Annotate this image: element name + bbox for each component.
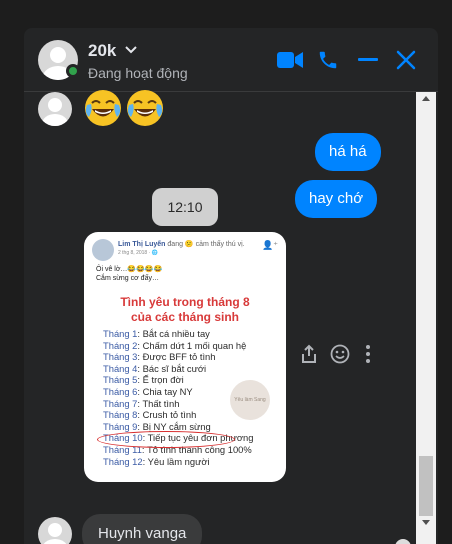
voice-call-button[interactable] xyxy=(316,48,340,72)
phone-icon xyxy=(319,51,337,69)
photo-caption-line: Cắm sừng cơ đấy… xyxy=(96,275,159,282)
scroll-up-arrow-icon[interactable] xyxy=(422,96,430,101)
contact-avatar-small xyxy=(38,517,72,544)
chat-header: 20k Đang hoạt động xyxy=(24,28,438,92)
video-call-button[interactable] xyxy=(276,48,304,72)
message-list: há há hay chớ 12:10 Lim Thị Luyến đang 😕… xyxy=(24,90,438,544)
month-list-item: Tháng 4: Bác sĩ bắt cưới xyxy=(103,362,207,374)
timestamp-chip: 12:10 xyxy=(152,188,218,226)
more-options-icon[interactable] xyxy=(364,344,372,364)
close-icon xyxy=(396,50,416,70)
photo-caption-line: Ôi vê lờ…😂😂😂😂 xyxy=(96,266,163,273)
month-list-item: Tháng 5: Ế trọn đời xyxy=(103,374,184,386)
photo-subtitle: của các tháng sinh xyxy=(130,310,240,324)
contact-status: Đang hoạt động xyxy=(88,65,188,81)
contact-avatar-small xyxy=(38,92,72,126)
chevron-down-icon[interactable] xyxy=(124,45,138,55)
photo-watermark-stamp: Yêu làm Sang xyxy=(230,380,270,420)
scrollbar-thumb[interactable] xyxy=(419,456,433,516)
close-button[interactable] xyxy=(394,48,418,72)
incoming-message[interactable]: Huynh vanga xyxy=(82,514,203,544)
add-friend-icon: 👤⁺ xyxy=(262,240,278,250)
month-list-item: Tháng 6: Chia tay NY xyxy=(103,386,193,397)
outgoing-message[interactable]: há há xyxy=(315,133,381,171)
react-emoji-icon[interactable] xyxy=(330,344,350,364)
video-camera-icon xyxy=(277,52,303,68)
scroll-down-arrow-icon[interactable] xyxy=(422,520,430,525)
shared-photo[interactable]: Lim Thị Luyến đang 😕 cảm thấy thú vị. 2 … xyxy=(84,232,286,482)
minus-icon xyxy=(358,58,378,61)
month-list-item: Tháng 1: Bắt cá nhiều tay xyxy=(103,328,210,339)
share-icon[interactable] xyxy=(300,344,318,364)
month-list-item: Tháng 3: Được BFF tỏ tình xyxy=(103,351,216,363)
chat-window: 20k Đang hoạt động há há hay chớ 12:10 L… xyxy=(24,28,438,544)
laughing-emoji-icon xyxy=(85,90,121,126)
photo-post-date: 2 thg 8, 2018 · 🌐 xyxy=(118,250,158,256)
month-list-item: Tháng 2: Chấm dứt 1 mối quan hệ xyxy=(103,339,247,351)
photo-author-line: Lim Thị Luyến đang 😕 cảm thấy thú vị. xyxy=(118,241,245,248)
laughing-emoji-icon xyxy=(127,90,163,126)
seen-indicator-avatar xyxy=(395,539,411,544)
month-list-item: Tháng 7: Thất tình xyxy=(103,397,180,409)
outgoing-message[interactable]: hay chớ xyxy=(295,180,378,218)
photo-author-avatar xyxy=(92,239,114,261)
contact-name[interactable]: 20k xyxy=(88,41,116,61)
minimize-button[interactable] xyxy=(356,48,380,72)
month-list-item: Tháng 8: Crush tỏ tình xyxy=(103,409,197,421)
month-list-item: Tháng 12: Yêu lầm người xyxy=(103,455,210,467)
red-circle-annotation xyxy=(97,431,235,448)
message-scrollbar[interactable] xyxy=(416,92,436,544)
photo-title: Tình yêu trong tháng 8 xyxy=(120,295,250,309)
online-status-dot xyxy=(66,64,80,78)
